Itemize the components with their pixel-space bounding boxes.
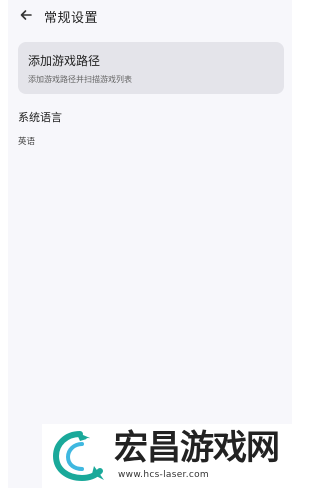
add-game-path-title: 添加游戏路径: [28, 54, 101, 68]
add-game-path-card[interactable]: 添加游戏路径 添加游戏路径并扫描游戏列表: [18, 42, 284, 94]
watermark-brand: 宏昌游戏网: [114, 428, 280, 468]
add-game-path-subtitle: 添加游戏路径并扫描游戏列表: [28, 75, 132, 84]
arrow-left-icon: [20, 10, 32, 20]
system-language-label: 系统语言: [18, 111, 62, 124]
watermark-url: www.hcs-laser.com: [118, 470, 210, 480]
system-language-value[interactable]: 英语: [18, 135, 35, 147]
settings-screen: 常规设置 添加游戏路径 添加游戏路径并扫描游戏列表 系统语言 英语: [8, 0, 292, 488]
header-bar: 常规设置: [8, 0, 292, 32]
page-title: 常规设置: [44, 11, 99, 26]
watermark-banner: 宏昌游戏网 www.hcs-laser.com: [42, 424, 300, 488]
dragon-logo-icon: [52, 431, 104, 482]
back-button[interactable]: [16, 5, 36, 25]
